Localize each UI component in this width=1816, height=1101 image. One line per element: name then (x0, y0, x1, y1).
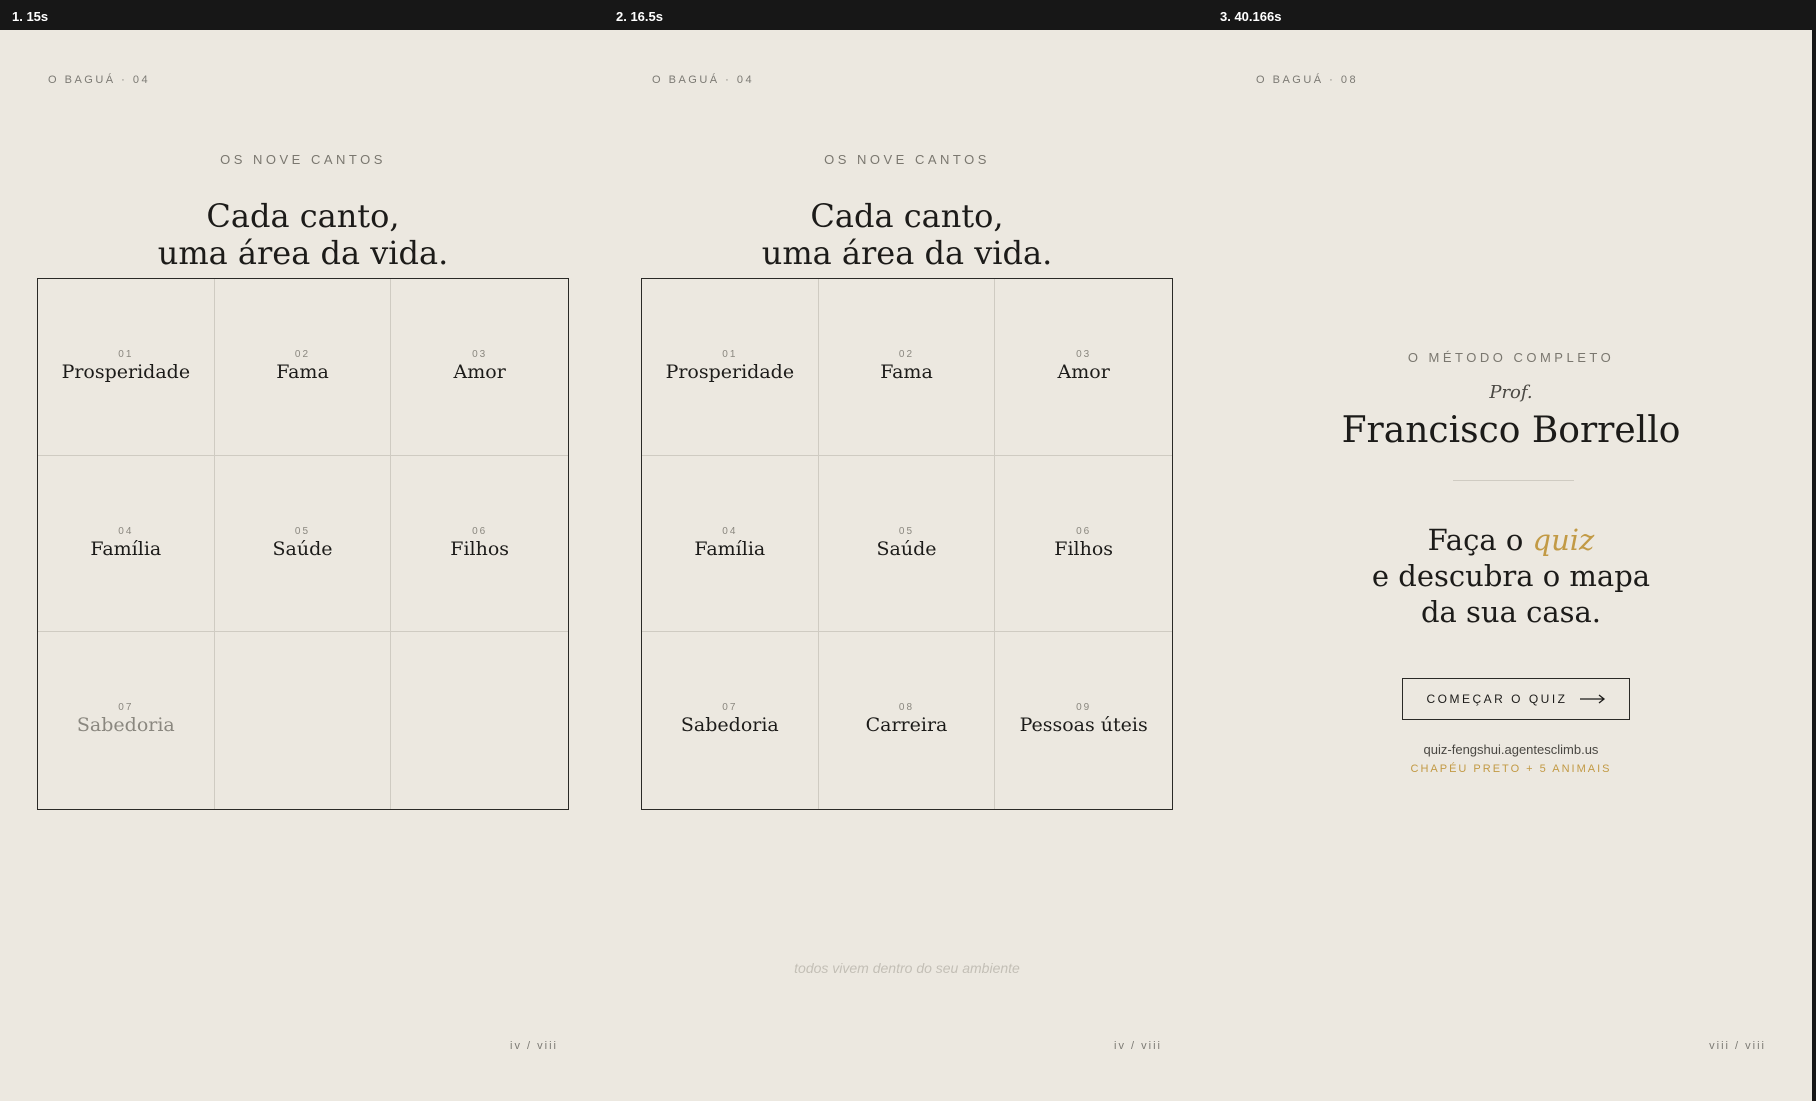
prof-title: Prof. (1489, 382, 1533, 403)
cell-label: Amor (453, 361, 506, 383)
cell-number: 03 (472, 349, 488, 360)
frame-timestamp: 3. 40.166s (1220, 9, 1282, 24)
page-counter: iv / viii (1114, 1040, 1162, 1052)
section-kicker: O BAGUÁ · 04 (652, 74, 755, 86)
divider (1453, 480, 1574, 481)
cell-number: 03 (1076, 349, 1092, 360)
frame-panel-2: 2. 16.5s O BAGUÁ · 04 OS NOVE CANTOS Cad… (604, 0, 1208, 1101)
frame-header: 1. 15s (0, 0, 604, 30)
quiz-subtitle: CHAPÉU PRETO + 5 ANIMAIS (1410, 763, 1612, 775)
quiz-url[interactable]: quiz-fengshui.agentesclimb.us (1212, 742, 1810, 757)
cta-line-2: e descubra o mapa (1371, 559, 1651, 593)
grid-cell: 01 Prosperidade (642, 279, 819, 456)
slide: O BAGUÁ · 04 OS NOVE CANTOS Cada canto, … (608, 30, 1206, 1097)
cell-number: 05 (294, 525, 311, 537)
cell-number: 06 (1076, 525, 1092, 537)
grid-cell: 08 Carreira (819, 632, 996, 809)
cell-label: Saúde (876, 537, 937, 560)
cell-label: Família (90, 537, 162, 560)
page-title: Cada canto, uma área da vida. (608, 198, 1206, 272)
cell-label: Saúde (272, 537, 333, 560)
cell-number: 04 (118, 525, 134, 537)
page-title: Cada canto, uma área da vida. (4, 198, 602, 272)
cell-number: 02 (898, 349, 915, 360)
grid-cell: 06 Filhos (995, 456, 1172, 633)
grid-cell: 07 Sabedoria (38, 632, 215, 809)
cta-highlight: quiz (1532, 523, 1595, 557)
grid-cell (215, 632, 392, 809)
cell-label: Amor (1057, 361, 1110, 383)
presenter-name: Francisco Borrello (1341, 410, 1681, 451)
grid-cell: 01 Prosperidade (38, 279, 215, 456)
grid-cell: 05 Saúde (214, 455, 392, 633)
slide: O BAGUÁ · 04 OS NOVE CANTOS Cada canto, … (4, 30, 602, 1097)
cell-label: Fama (880, 361, 933, 383)
grid-cell: 05 Saúde (818, 455, 996, 633)
grid-cell: 02 Fama (214, 279, 392, 456)
cell-number: 06 (472, 525, 488, 537)
frame-panel-1: 1. 15s O BAGUÁ · 04 OS NOVE CANTOS Cada … (0, 0, 604, 1101)
cell-number: 02 (294, 349, 311, 360)
page-counter: iv / viii (510, 1040, 558, 1052)
cell-label: Carreira (865, 714, 948, 737)
cell-number: 04 (722, 525, 738, 537)
bagua-grid: 01 Prosperidade 02 Fama 03 Amor 04 Família 0… (37, 278, 569, 810)
grid-cell: 07 Sabedoria (642, 632, 819, 809)
page-counter: viii / viii (1709, 1040, 1766, 1052)
cell-number: 05 (898, 525, 915, 537)
grid-cell: 03 Amor (995, 279, 1172, 456)
grid-cell (391, 632, 568, 809)
cell-number: 01 (118, 349, 134, 360)
grid-cell: 04 Família (642, 455, 819, 633)
cell-label: Família (694, 537, 766, 560)
grid-cell: 04 Família (38, 455, 215, 633)
title-line-1: Cada canto, (810, 197, 1004, 235)
arrow-right-icon (1579, 692, 1606, 707)
grid-cell: 02 Fama (818, 279, 996, 456)
cell-number: 07 (118, 702, 134, 714)
frame-timestamp: 2. 16.5s (616, 9, 663, 24)
frame-header: 3. 40.166s (1208, 0, 1812, 30)
cell-number: 01 (722, 349, 738, 360)
eyebrow: OS NOVE CANTOS (824, 152, 990, 167)
cell-label: Filhos (450, 537, 510, 560)
start-quiz-button[interactable]: COMEÇAR O QUIZ (1402, 678, 1630, 720)
cell-label: Filhos (1054, 537, 1114, 560)
frame-header: 2. 16.5s (604, 0, 1208, 30)
frame-panel-3: 3. 40.166s O BAGUÁ · 08 O MÉTODO COMPLET… (1208, 0, 1812, 1101)
cell-label: Fama (276, 361, 329, 383)
cta-line-1: Faça o quiz (1212, 522, 1810, 558)
eyebrow: OS NOVE CANTOS (220, 152, 386, 167)
section-kicker: O BAGUÁ · 04 (48, 74, 151, 86)
grid-cell: 09 Pessoas úteis (995, 632, 1172, 809)
frame-timestamp: 1. 15s (12, 9, 49, 24)
cta-heading: Faça o quiz e descubra o mapa da sua cas… (1212, 522, 1810, 630)
bagua-grid: 01 Prosperidade 02 Fama 03 Amor 04 Família 0… (641, 278, 1173, 810)
cell-label: Pessoas úteis (1019, 714, 1148, 737)
cell-label: Prosperidade (665, 361, 795, 383)
section-kicker: O BAGUÁ · 08 (1256, 74, 1359, 86)
cell-label: Sabedoria (680, 714, 779, 737)
caption: todos vivem dentro do seu ambiente (794, 960, 1020, 976)
cta-pre: Faça o (1427, 523, 1533, 557)
title-line-2: uma área da vida. (761, 234, 1053, 272)
cell-number: 07 (722, 702, 738, 714)
start-quiz-label: COMEÇAR O QUIZ (1426, 692, 1568, 706)
cell-label: Sabedoria (76, 714, 175, 737)
cta-line-3: da sua casa. (1420, 595, 1602, 629)
eyebrow: O MÉTODO COMPLETO (1407, 350, 1615, 365)
grid-cell: 06 Filhos (391, 456, 568, 633)
title-line-1: Cada canto, (206, 197, 400, 235)
grid-cell: 03 Amor (391, 279, 568, 456)
title-line-2: uma área da vida. (157, 234, 449, 272)
cell-number: 09 (1076, 702, 1092, 714)
cell-number: 08 (898, 702, 915, 714)
cell-label: Prosperidade (61, 361, 191, 383)
slide: O BAGUÁ · 08 O MÉTODO COMPLETO Prof. Fra… (1212, 30, 1810, 1097)
